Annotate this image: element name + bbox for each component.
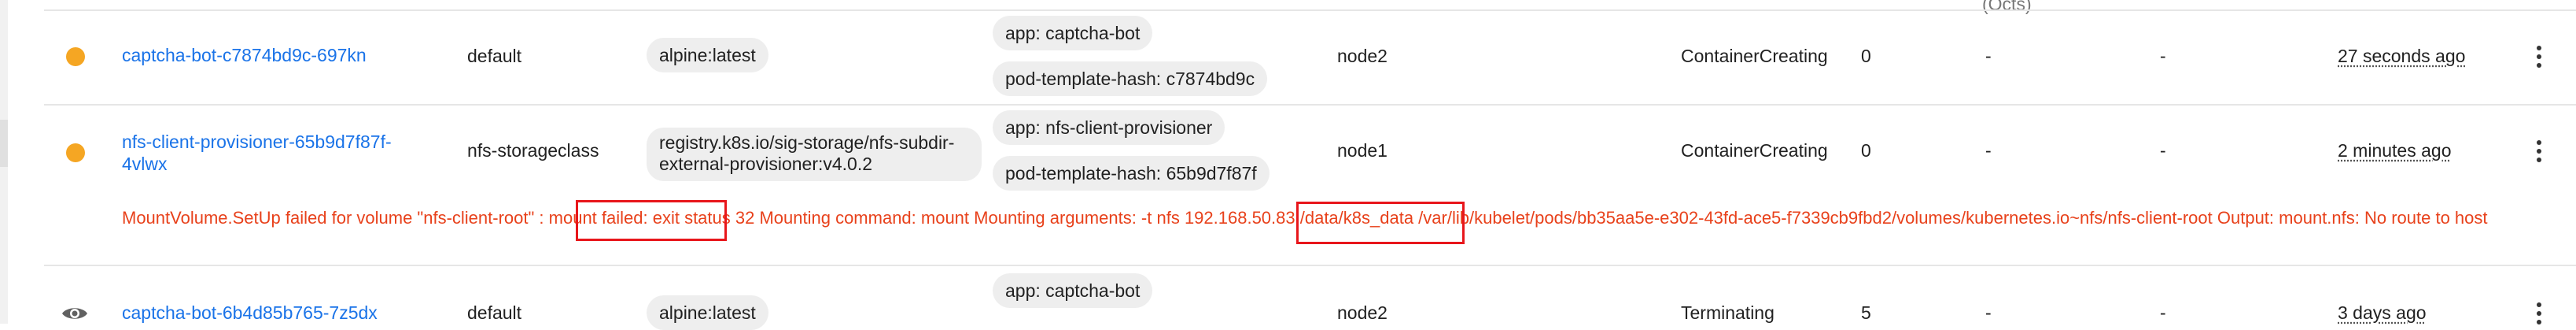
cpu-cell: - bbox=[1985, 46, 1992, 66]
pending-status-icon bbox=[66, 143, 85, 162]
truncated-header-text: (Octs) bbox=[1982, 0, 2032, 14]
cpu-cell: - bbox=[1985, 302, 1992, 323]
highlight-box-nfs-ip bbox=[1296, 202, 1465, 244]
image-chip: alpine:latest bbox=[647, 295, 768, 330]
more-vert-icon[interactable] bbox=[2531, 41, 2547, 72]
status-cell: ContainerCreating bbox=[1681, 46, 1828, 66]
label-chip: pod-template-hash: c7874bd9c bbox=[993, 61, 1268, 96]
image-chip-text: registry.k8s.io/sig-storage/nfs-subdir-e… bbox=[659, 132, 955, 174]
restarts-cell: 0 bbox=[1861, 46, 1871, 66]
namespace-cell: default bbox=[467, 302, 522, 323]
cpu-cell: - bbox=[1985, 140, 1992, 161]
more-vert-icon[interactable] bbox=[2531, 135, 2547, 167]
label-chip: app: captcha-bot bbox=[993, 273, 1153, 308]
status-cell: Terminating bbox=[1681, 302, 1774, 323]
namespace-cell: nfs-storageclass bbox=[467, 140, 599, 161]
pod-name-link[interactable]: captcha-bot-6b4d85b765-7z5dx bbox=[122, 302, 378, 324]
eye-icon bbox=[62, 308, 87, 319]
status-cell: ContainerCreating bbox=[1681, 140, 1828, 161]
namespace-cell: default bbox=[467, 46, 522, 66]
row-divider bbox=[44, 104, 2576, 106]
left-nav-edge bbox=[0, 0, 8, 324]
pod-name-link[interactable]: nfs-client-provisioner-65b9d7f87f- 4vlwx bbox=[122, 131, 437, 175]
restarts-cell: 0 bbox=[1861, 140, 1871, 161]
memory-cell: - bbox=[2160, 46, 2166, 66]
restarts-cell: 5 bbox=[1861, 302, 1871, 323]
image-chip: alpine:latest bbox=[647, 38, 768, 72]
more-vert-icon[interactable] bbox=[2531, 298, 2547, 329]
age-cell: 2 minutes ago bbox=[2338, 140, 2452, 161]
node-cell: node2 bbox=[1337, 46, 1388, 66]
node-cell: node1 bbox=[1337, 140, 1388, 161]
node-cell: node2 bbox=[1337, 302, 1388, 323]
label-chip: app: captcha-bot bbox=[993, 16, 1153, 50]
pod-name-line[interactable]: 4vlwx bbox=[122, 154, 168, 174]
left-nav-selected bbox=[0, 120, 8, 167]
image-chip: registry.k8s.io/sig-storage/nfs-subdir-e… bbox=[647, 128, 982, 181]
pending-status-icon bbox=[66, 47, 85, 66]
label-chip: pod-template-hash: 65b9d7f87f bbox=[993, 156, 1270, 191]
label-chip: app: nfs-client-provisioner bbox=[993, 110, 1225, 145]
row-divider bbox=[44, 9, 2576, 11]
highlight-box-mount-failed bbox=[576, 200, 727, 241]
pod-name-line[interactable]: nfs-client-provisioner-65b9d7f87f- bbox=[122, 132, 392, 152]
age-cell: 3 days ago bbox=[2338, 302, 2427, 323]
memory-cell: - bbox=[2160, 302, 2166, 323]
memory-cell: - bbox=[2160, 140, 2166, 161]
age-cell: 27 seconds ago bbox=[2338, 46, 2466, 66]
row-divider bbox=[44, 265, 2576, 266]
pod-name-link[interactable]: captcha-bot-c7874bd9c-697kn bbox=[122, 45, 367, 66]
